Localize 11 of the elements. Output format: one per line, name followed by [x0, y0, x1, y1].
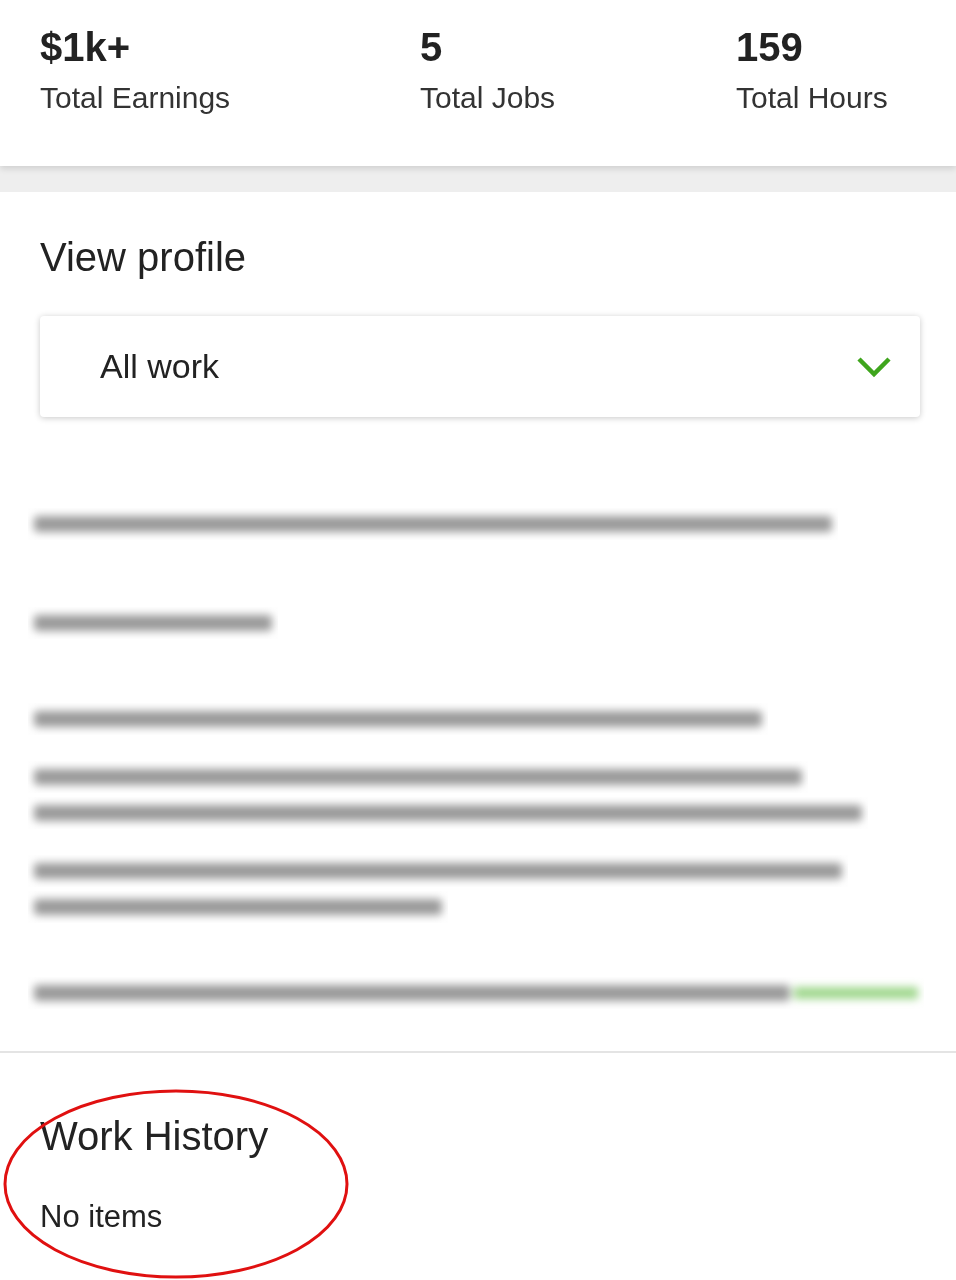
section-title: Work History: [40, 1113, 270, 1160]
stat-label: Total Jobs: [420, 80, 557, 116]
empty-message: No items: [40, 1198, 164, 1236]
chevron-down-icon: [856, 354, 892, 379]
stat-label: Total Earnings: [40, 80, 232, 116]
work-dropdown[interactable]: All work: [40, 316, 920, 417]
section-title: View profile: [40, 234, 248, 281]
stat-label: Total Hours: [736, 80, 889, 116]
stat-value: 5: [420, 24, 444, 70]
stat-value: $1k+: [40, 24, 132, 70]
stat-value: 159: [736, 24, 804, 70]
